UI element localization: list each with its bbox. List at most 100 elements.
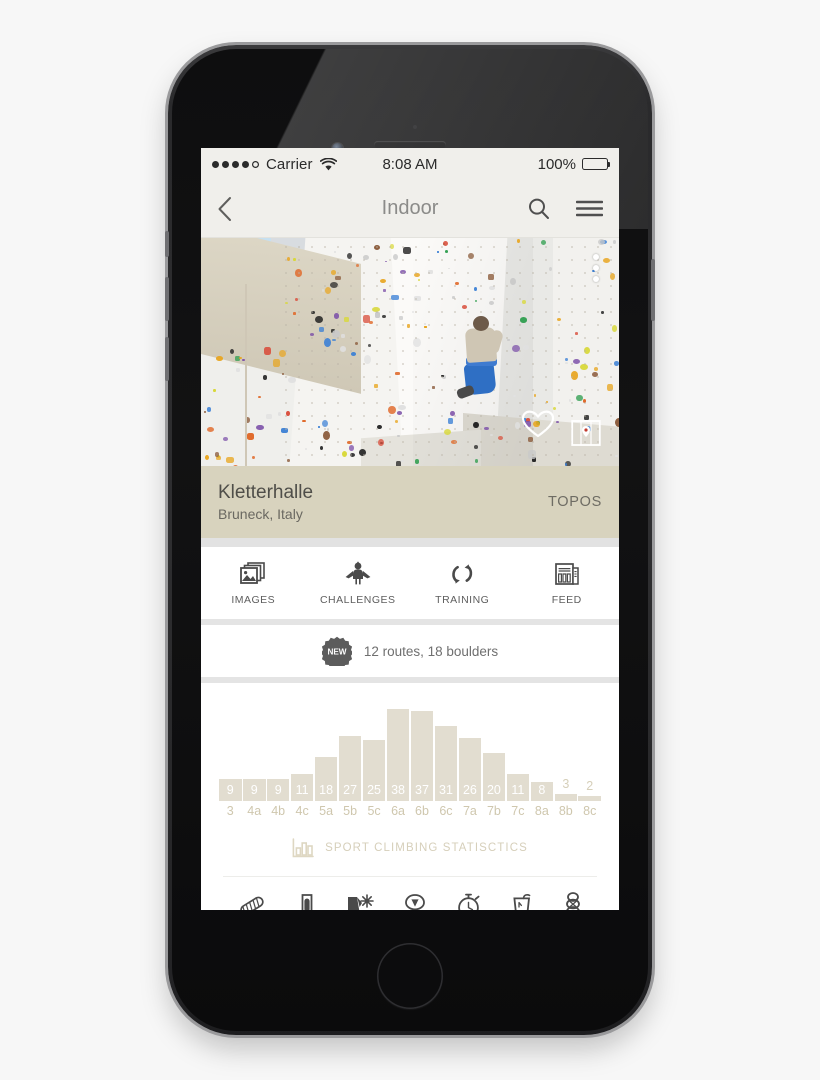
wall-bolt-hole xyxy=(285,441,287,443)
climbing-hold xyxy=(474,458,479,463)
stopwatch-button[interactable] xyxy=(456,893,482,910)
wall-bolt-hole xyxy=(376,402,378,404)
map-button[interactable] xyxy=(571,418,601,448)
chart-x-label: 5a xyxy=(319,804,334,818)
wall-bolt-hole xyxy=(545,363,547,365)
wall-bolt-hole xyxy=(311,454,313,456)
wall-sun-button[interactable] xyxy=(346,893,375,910)
rope-button[interactable] xyxy=(237,893,267,910)
photo-overflow-menu-button[interactable] xyxy=(593,254,599,282)
wall-bolt-hole xyxy=(493,285,495,287)
wall-bolt-hole xyxy=(415,272,417,274)
back-button[interactable] xyxy=(217,196,232,222)
tab-label: IMAGES xyxy=(231,593,276,606)
wall-bolt-hole xyxy=(493,311,495,313)
wall-bolt-hole xyxy=(584,298,586,300)
wall-bolt-hole xyxy=(454,298,456,300)
wall-bolt-hole xyxy=(571,415,573,417)
wall-bolt-hole xyxy=(493,402,495,404)
drink-button[interactable] xyxy=(510,893,534,910)
wall-bolt-hole xyxy=(584,415,586,417)
climbing-hold xyxy=(564,463,568,466)
favorite-button[interactable] xyxy=(521,409,555,444)
chart-x-label: 5b xyxy=(343,804,358,818)
chart-bar-value: 3 xyxy=(562,777,570,791)
wall-bolt-hole xyxy=(337,428,339,430)
wall-bolt-hole xyxy=(428,246,430,248)
wall-bolt-hole xyxy=(298,454,300,456)
wall-bolt-hole xyxy=(532,350,534,352)
wall-bolt-hole xyxy=(324,376,326,378)
wall-bolt-hole xyxy=(389,272,391,274)
wall-bolt-hole xyxy=(376,415,378,417)
chart-x-label: 5c xyxy=(367,804,381,818)
wall-bolt-hole xyxy=(428,337,430,339)
wall-bolt-hole xyxy=(363,454,365,456)
wall-bolt-hole xyxy=(337,298,339,300)
climbing-hold xyxy=(246,433,255,440)
climbing-hold xyxy=(293,258,297,261)
routes-count-text: 12 routes, 18 boulders xyxy=(363,643,499,659)
wall-bolt-hole xyxy=(415,415,417,417)
wall-bolt-hole xyxy=(506,311,508,313)
knot-button[interactable] xyxy=(563,892,583,910)
status-bar: Carrier 8:08 AM 100% xyxy=(201,148,619,180)
wall-bolt-hole xyxy=(571,454,573,456)
volume-down-button[interactable] xyxy=(165,277,169,321)
chart-bar: 20 xyxy=(482,753,506,801)
new-routes-row[interactable]: NEW 12 routes, 18 boulders xyxy=(201,625,619,677)
tab-challenges[interactable]: CHALLENGES xyxy=(306,560,411,606)
tab-feed[interactable]: FEED xyxy=(515,561,620,606)
wall-bolt-hole xyxy=(428,259,430,261)
wall-bolt-hole xyxy=(350,389,352,391)
wall-bolt-hole xyxy=(610,350,612,352)
wall-bolt-hole xyxy=(597,415,599,417)
phone-screen: Carrier 8:08 AM 100% Indoor Kletterhalle… xyxy=(201,148,619,910)
chevron-left-icon xyxy=(218,196,231,221)
climbing-hold xyxy=(498,436,503,440)
wall-bolt-hole xyxy=(311,376,313,378)
hero-photo[interactable] xyxy=(201,238,619,466)
belay-device-button[interactable] xyxy=(296,893,318,910)
wall-bolt-hole xyxy=(389,298,391,300)
wall-bolt-hole xyxy=(376,298,378,300)
wall-bolt-hole xyxy=(467,259,469,261)
silent-switch[interactable] xyxy=(165,231,169,257)
wall-bolt-hole xyxy=(311,285,313,287)
tab-training[interactable]: TRAINING xyxy=(410,561,515,606)
climbing-hold-button[interactable] xyxy=(403,893,427,910)
chart-bar-column: 11 xyxy=(506,774,530,801)
wall-bolt-hole xyxy=(389,324,391,326)
volume-up-button[interactable] xyxy=(165,337,169,381)
chart-x-label: 7b xyxy=(486,804,501,818)
search-button[interactable] xyxy=(527,197,550,220)
climbing-hold xyxy=(423,323,426,325)
topos-button[interactable]: TOPOS xyxy=(548,494,602,510)
chart-bar-value: 38 xyxy=(391,782,405,797)
wall-bolt-hole xyxy=(311,246,313,248)
wall-bolt-hole xyxy=(519,376,521,378)
climbing-hold xyxy=(348,445,355,451)
wall-bolt-hole xyxy=(402,363,404,365)
wall-bolt-hole xyxy=(337,259,339,261)
wall-bolt-hole xyxy=(402,285,404,287)
wall-bolt-hole xyxy=(519,246,521,248)
chart-caption[interactable]: SPORT CLIMBING STATISCTICS xyxy=(201,818,619,876)
home-button[interactable] xyxy=(377,943,443,1009)
wall-bolt-hole xyxy=(415,311,417,313)
wall-bolt-hole xyxy=(363,428,365,430)
climbing-hold xyxy=(601,311,604,315)
tab-images[interactable]: IMAGES xyxy=(201,561,306,606)
chart-bar-value: 20 xyxy=(486,782,501,797)
wall-bolt-hole xyxy=(532,454,534,456)
chart-bar: 11 xyxy=(290,774,314,801)
chart-x-label: 8b xyxy=(558,804,573,818)
power-button[interactable] xyxy=(651,259,655,321)
climbing-hold xyxy=(235,367,240,372)
wall-bolt-hole xyxy=(506,415,508,417)
menu-button[interactable] xyxy=(576,199,603,218)
chart-bar: 38 xyxy=(386,709,410,801)
wall-bolt-hole xyxy=(545,402,547,404)
wall-bolt-hole xyxy=(324,428,326,430)
chart-bar: 31 xyxy=(434,726,458,801)
